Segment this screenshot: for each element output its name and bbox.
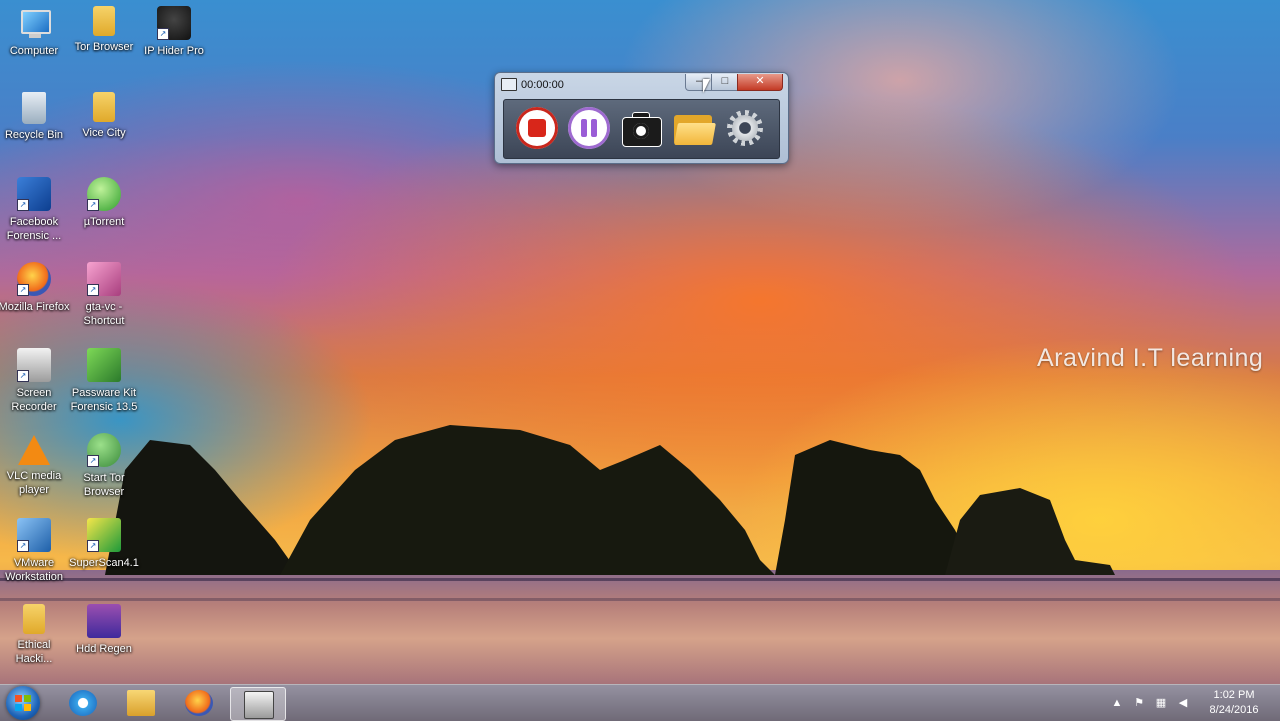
vlc-icon — [18, 435, 50, 465]
desktop-icon-utorrent[interactable]: ↗ µTorrent — [68, 173, 140, 229]
close-button[interactable]: ✕ — [737, 74, 783, 91]
monitor-icon — [501, 78, 517, 91]
desktop-icon-label: µTorrent — [83, 216, 125, 228]
desktop-icon-label: Start Tor Browser — [83, 472, 125, 498]
passware-icon — [87, 348, 121, 382]
facebook-forensic-icon: ↗ — [17, 177, 51, 211]
superscan-icon: ↗ — [87, 518, 121, 552]
internet-explorer-icon — [69, 690, 97, 716]
desktop-icon-firefox[interactable]: ↗ Mozilla Firefox — [0, 258, 70, 314]
taskbar-file-explorer[interactable] — [114, 687, 168, 719]
desktop-icon-passware[interactable]: Passware Kit Forensic 13.5 — [68, 344, 140, 414]
desktop-icon-label: Hdd Regen — [76, 643, 132, 655]
desktop-icon-recycle-bin[interactable]: Recycle Bin — [0, 88, 70, 142]
screen-recorder-window[interactable]: 00:00:00 – □ ✕ — [494, 72, 789, 164]
shortcut-arrow-icon: ↗ — [17, 540, 29, 552]
desktop-icon-label: Vice City — [82, 127, 126, 139]
folder-icon — [93, 6, 115, 36]
maximize-button[interactable]: □ — [711, 74, 739, 91]
desktop-icon-vmware[interactable]: ↗ VMware Workstation — [0, 514, 70, 584]
desktop-icon-gta-vc[interactable]: ↗ gta-vc - Shortcut — [68, 258, 140, 328]
shortcut-arrow-icon: ↗ — [17, 284, 29, 296]
tor-icon: ↗ — [87, 433, 121, 467]
rock-silhouette — [945, 488, 1115, 575]
desktop-icon-label: Passware Kit Forensic 13.5 — [70, 387, 138, 413]
desktop-icon-label: Facebook Forensic ... — [6, 216, 62, 242]
desktop-icon-tor-browser-folder[interactable]: Tor Browser — [68, 2, 140, 54]
volume-icon[interactable]: ◀ — [1176, 696, 1190, 710]
vmware-icon: ↗ — [17, 518, 51, 552]
rock-silhouette — [280, 425, 775, 575]
pause-button[interactable] — [568, 107, 610, 149]
taskbar-firefox[interactable] — [172, 687, 226, 719]
desktop-icon-vlc[interactable]: VLC media player — [0, 429, 70, 497]
gear-core — [732, 115, 758, 141]
shortcut-arrow-icon: ↗ — [87, 455, 99, 467]
show-hidden-icons-button[interactable]: ▲ — [1110, 696, 1124, 710]
shortcut-arrow-icon: ↗ — [17, 199, 29, 211]
recorder-toolbar — [503, 99, 780, 159]
taskbar-internet-explorer[interactable] — [56, 687, 110, 719]
file-explorer-icon — [127, 690, 155, 716]
firefox-icon: ↗ — [17, 262, 51, 296]
utorrent-icon: ↗ — [87, 177, 121, 211]
clock-date: 8/24/2016 — [1209, 704, 1259, 716]
desktop-icon-ip-hider[interactable]: ↗ IP Hider Pro — [138, 2, 210, 58]
folder-icon — [23, 604, 45, 634]
shortcut-arrow-icon: ↗ — [87, 284, 99, 296]
desktop-icon-hdd-regen[interactable]: Hdd Regen — [68, 600, 140, 656]
computer-icon — [17, 6, 51, 40]
screen-recorder-icon — [244, 691, 274, 719]
desktop-icon-label: Mozilla Firefox — [0, 301, 70, 313]
recording-timer: 00:00:00 — [521, 79, 564, 91]
ip-hider-icon: ↗ — [157, 6, 191, 40]
folder-icon — [93, 92, 115, 122]
taskbar-screen-recorder[interactable] — [230, 687, 286, 721]
desktop-icon-label: Recycle Bin — [4, 129, 64, 141]
clock-time: 1:02 PM — [1213, 689, 1255, 701]
desktop-icon-label: VLC media player — [6, 470, 62, 496]
desktop-icon-label: Ethical Hacki... — [15, 639, 53, 665]
desktop-icon-label: gta-vc - Shortcut — [83, 301, 125, 327]
desktop-icon-vice-city[interactable]: Vice City — [68, 88, 140, 140]
shortcut-arrow-icon: ↗ — [157, 28, 169, 40]
watermark-text: Aravind I.T learning — [1037, 344, 1264, 372]
desktop-icon-computer[interactable]: Computer — [0, 2, 70, 58]
taskbar: ▲ ⚑ ▦ ◀ 1:02 PM 8/24/2016 — [0, 684, 1280, 721]
record-button[interactable] — [516, 107, 558, 149]
desktop-icon-ethical-hacking[interactable]: Ethical Hacki... — [0, 600, 70, 666]
folder-front — [674, 123, 716, 145]
action-center-flag-icon[interactable]: ⚑ — [1132, 696, 1146, 710]
camera-lens — [633, 123, 649, 139]
desktop-icon-screen-recorder[interactable]: ↗ Screen Recorder — [0, 344, 70, 414]
desktop-icon-start-tor[interactable]: ↗ Start Tor Browser — [68, 429, 140, 499]
settings-button[interactable] — [724, 107, 766, 149]
desktop-icon-label: Tor Browser — [74, 41, 134, 53]
recorder-titlebar[interactable]: 00:00:00 – □ ✕ — [495, 73, 788, 97]
firefox-icon — [185, 690, 213, 716]
shortcut-arrow-icon: ↗ — [17, 370, 29, 382]
network-icon[interactable]: ▦ — [1154, 696, 1168, 710]
start-button[interactable] — [6, 686, 40, 720]
winrar-icon — [87, 604, 121, 638]
system-clock[interactable]: 1:02 PM 8/24/2016 — [1194, 688, 1274, 718]
desktop-icon-label: IP Hider Pro — [144, 45, 204, 57]
desktop-icon-label: Computer — [9, 45, 59, 57]
gta-vc-icon: ↗ — [87, 262, 121, 296]
desktop-icon-label: VMware Workstation — [5, 557, 63, 583]
screenshot-button[interactable] — [620, 107, 662, 149]
screen-recorder-icon: ↗ — [17, 348, 51, 382]
desktop-icon-label: Screen Recorder — [11, 387, 57, 413]
mouse-cursor-icon — [703, 79, 710, 93]
desktop-icon-facebook-forensic[interactable]: ↗ Facebook Forensic ... — [0, 173, 70, 243]
desktop-icon-superscan[interactable]: ↗ SuperScan4.1 — [68, 514, 140, 570]
desktop-icon-label: SuperScan4.1 — [69, 557, 139, 569]
shortcut-arrow-icon: ↗ — [87, 199, 99, 211]
open-folder-button[interactable] — [672, 107, 716, 149]
shortcut-arrow-icon: ↗ — [87, 540, 99, 552]
recycle-bin-icon — [22, 92, 46, 124]
